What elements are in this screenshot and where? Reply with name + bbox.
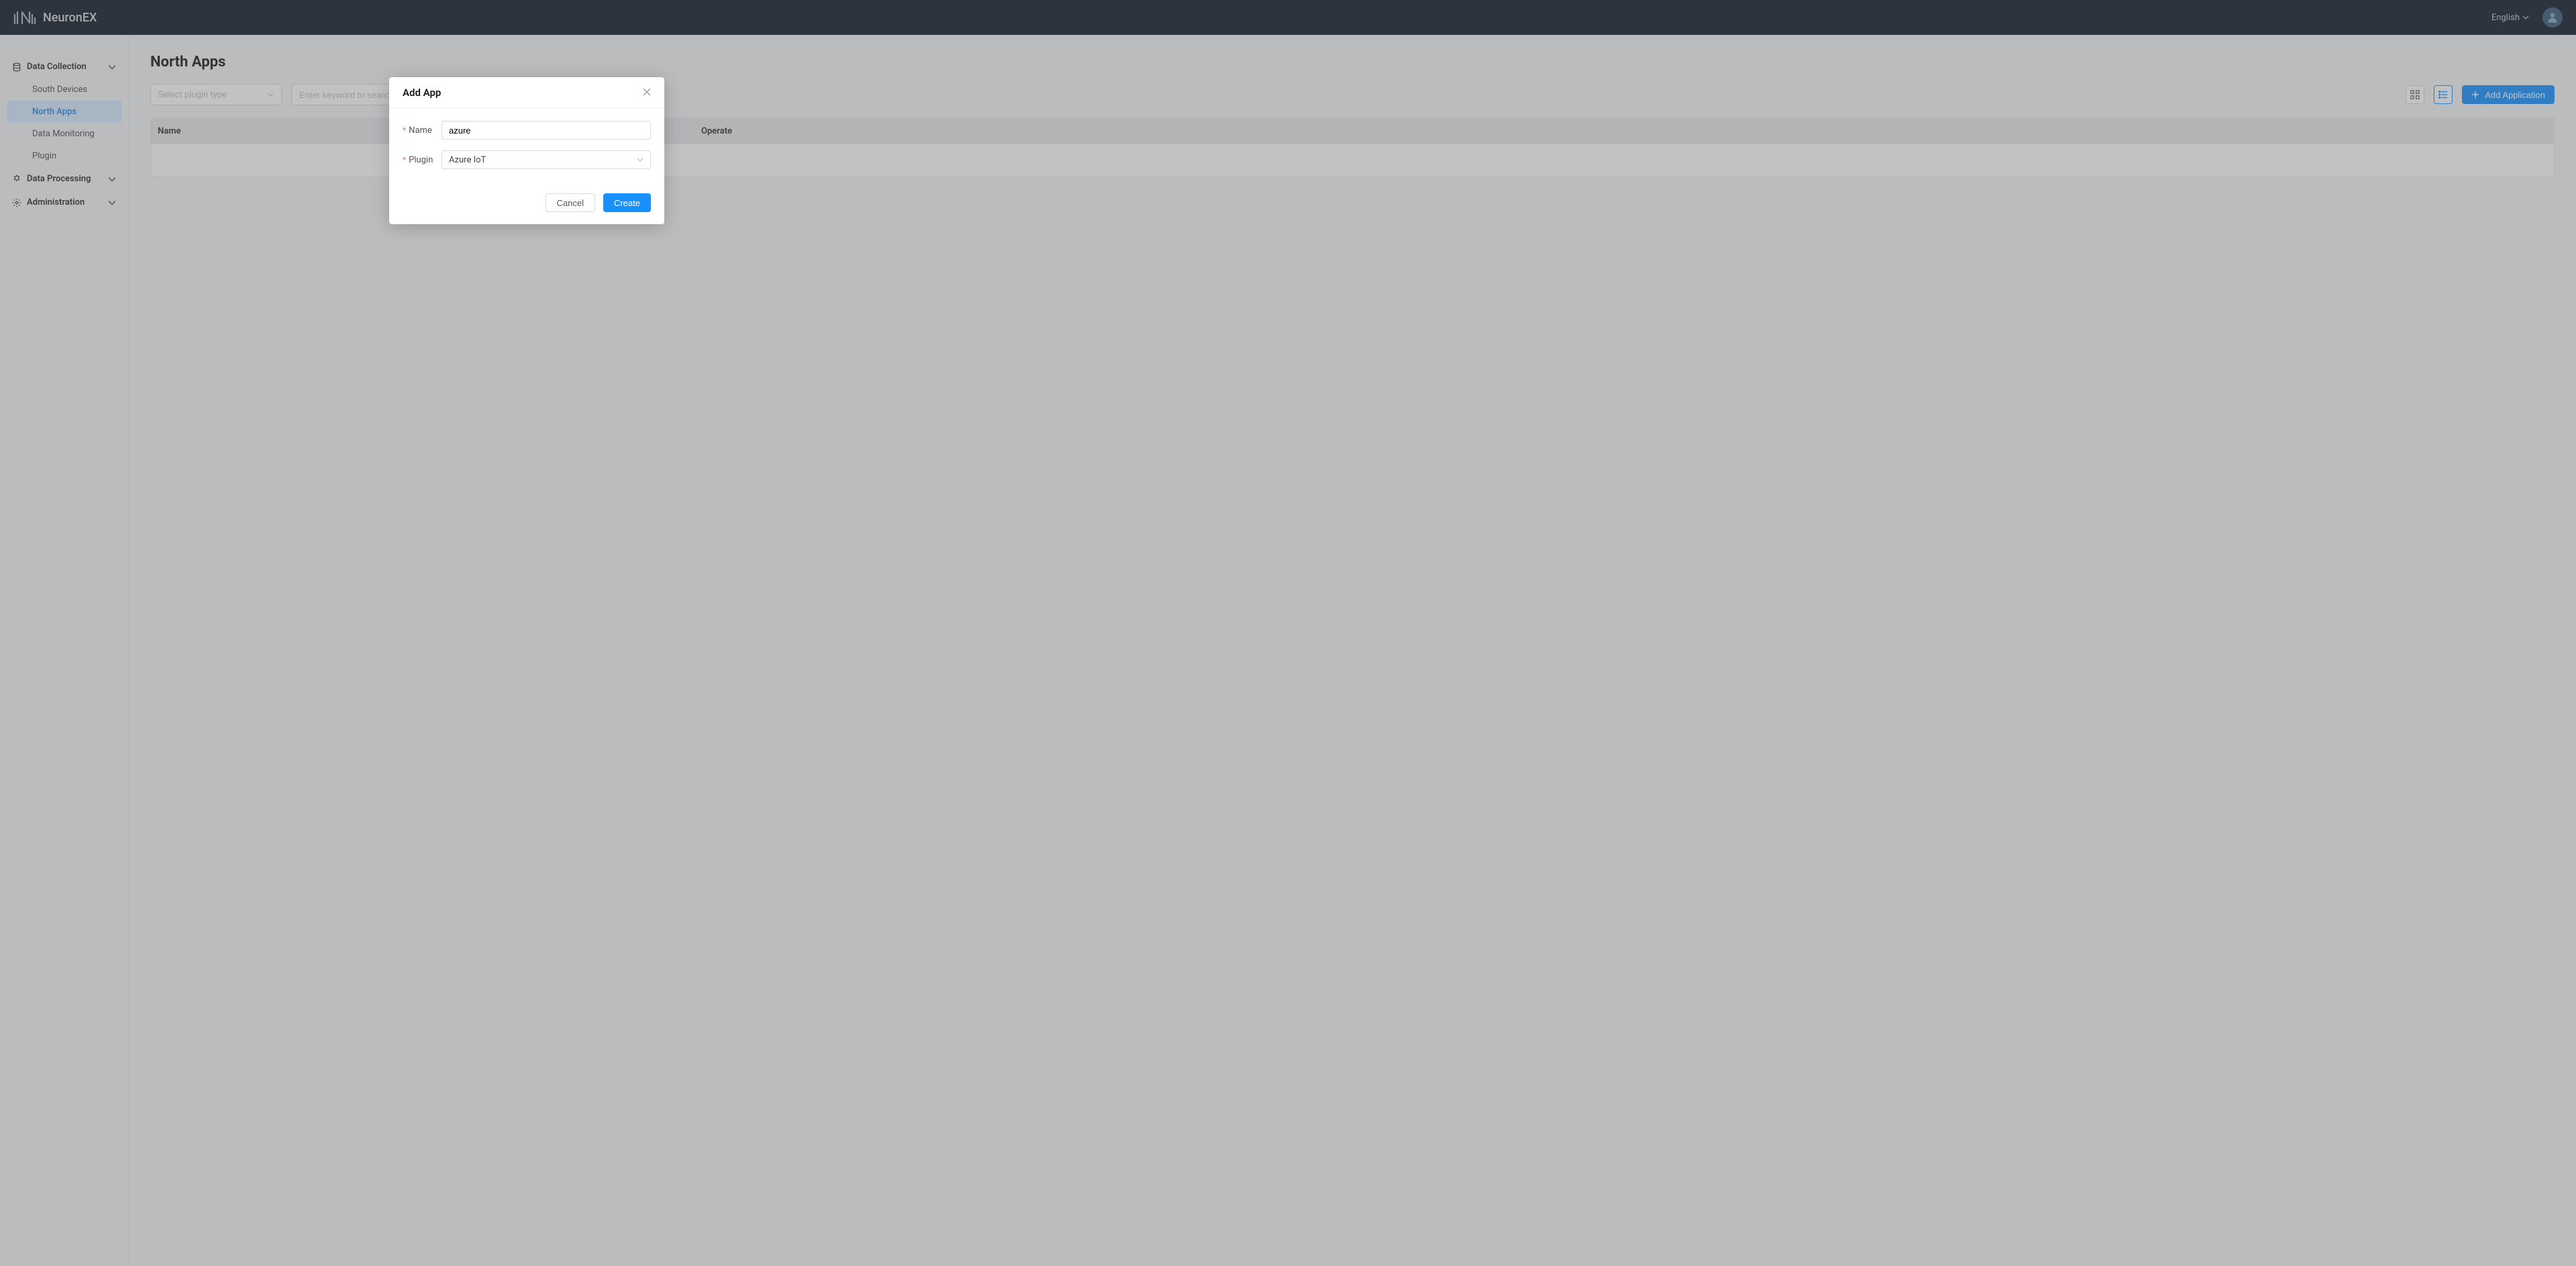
required-indicator: * — [403, 155, 406, 164]
dialog-title: Add App — [403, 87, 643, 99]
plugin-field-label: Plugin — [409, 155, 433, 165]
add-app-dialog: Add App *Name *Plugin Azure IoT — [389, 77, 664, 224]
cancel-button[interactable]: Cancel — [546, 193, 595, 212]
required-indicator: * — [403, 126, 406, 135]
create-button[interactable]: Create — [603, 193, 651, 212]
plugin-select-value: Azure IoT — [449, 155, 486, 165]
close-icon[interactable] — [643, 88, 651, 98]
plugin-select[interactable]: Azure IoT — [442, 150, 651, 169]
chevron-down-icon — [637, 156, 643, 163]
modal-overlay[interactable] — [0, 0, 2576, 1266]
name-input[interactable] — [442, 121, 651, 140]
name-field-label: Name — [409, 126, 432, 136]
